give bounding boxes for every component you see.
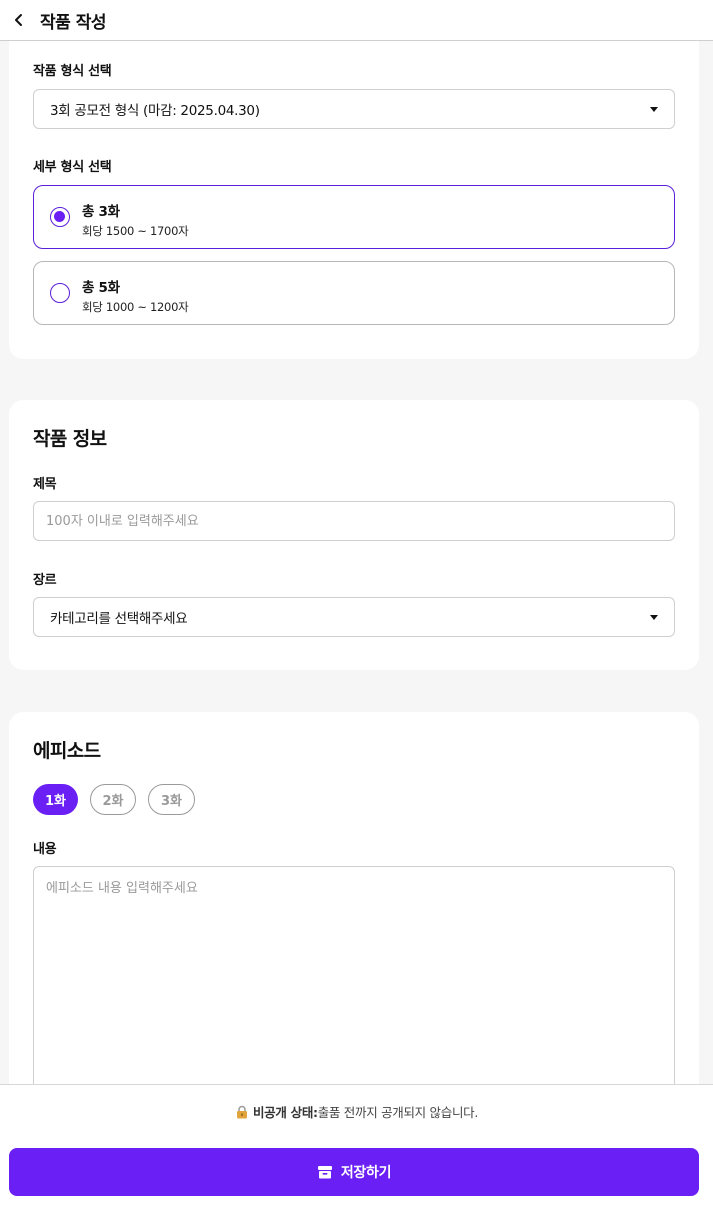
option-title: 총 3화 — [82, 204, 120, 220]
format-option-5[interactable]: 총 5화 회당 1000 ~ 1200자 — [33, 261, 675, 325]
work-info-title: 작품 정보 — [33, 428, 107, 450]
radio-unchecked-icon[interactable] — [50, 283, 70, 303]
top-bar: 작품 작성 — [0, 0, 713, 41]
format-option-3[interactable]: 총 3화 회당 1500 ~ 1700자 — [33, 185, 675, 249]
title-input[interactable] — [33, 501, 675, 541]
save-button-label: 저장하기 — [340, 1165, 392, 1181]
genre-select[interactable]: 카테고리를 선택해주세요 — [33, 597, 675, 637]
format-select-value: 3회 공모전 형식 (마감: 2025.04.30) — [50, 103, 260, 119]
episode-card: 에피소드 1화 2화 3화 내용 — [9, 712, 699, 1166]
back-arrow-icon[interactable] — [2, 3, 36, 37]
privacy-status-label: 비공개 상태: — [252, 1105, 318, 1120]
lock-icon — [236, 1105, 247, 1119]
radio-checked-icon[interactable] — [50, 207, 70, 227]
genre-label: 장르 — [33, 573, 57, 588]
archive-box-icon — [317, 1166, 332, 1179]
save-button[interactable]: 저장하기 — [9, 1148, 699, 1196]
format-card: 작품 형식 선택 3회 공모전 형식 (마감: 2025.04.30) 세부 형… — [9, 30, 699, 359]
option-subtitle: 회당 1500 ~ 1700자 — [82, 224, 189, 238]
footer-bar: 비공개 상태:출품 전까지 공개되지 않습니다. 저장하기 — [0, 1084, 713, 1207]
caret-down-icon — [650, 107, 658, 112]
episode-tab-1[interactable]: 1화 — [33, 784, 78, 815]
episode-tab-2[interactable]: 2화 — [90, 784, 136, 815]
format-select[interactable]: 3회 공모전 형식 (마감: 2025.04.30) — [33, 89, 675, 129]
sub-format-label: 세부 형식 선택 — [33, 160, 112, 175]
content-label: 내용 — [33, 842, 57, 857]
work-info-card: 작품 정보 제목 장르 카테고리를 선택해주세요 — [9, 400, 699, 670]
privacy-status-text: 출품 전까지 공개되지 않습니다. — [317, 1105, 479, 1120]
option-subtitle: 회당 1000 ~ 1200자 — [82, 300, 189, 314]
format-label: 작품 형식 선택 — [33, 64, 112, 79]
caret-down-icon — [650, 615, 658, 620]
episode-title: 에피소드 — [33, 740, 101, 762]
option-title: 총 5화 — [82, 280, 120, 296]
privacy-notice: 비공개 상태:출품 전까지 공개되지 않습니다. — [0, 1102, 713, 1121]
episode-tab-3[interactable]: 3화 — [148, 784, 195, 815]
genre-select-value: 카테고리를 선택해주세요 — [50, 611, 188, 627]
page-title: 작품 작성 — [40, 12, 106, 33]
title-label: 제목 — [33, 477, 57, 492]
